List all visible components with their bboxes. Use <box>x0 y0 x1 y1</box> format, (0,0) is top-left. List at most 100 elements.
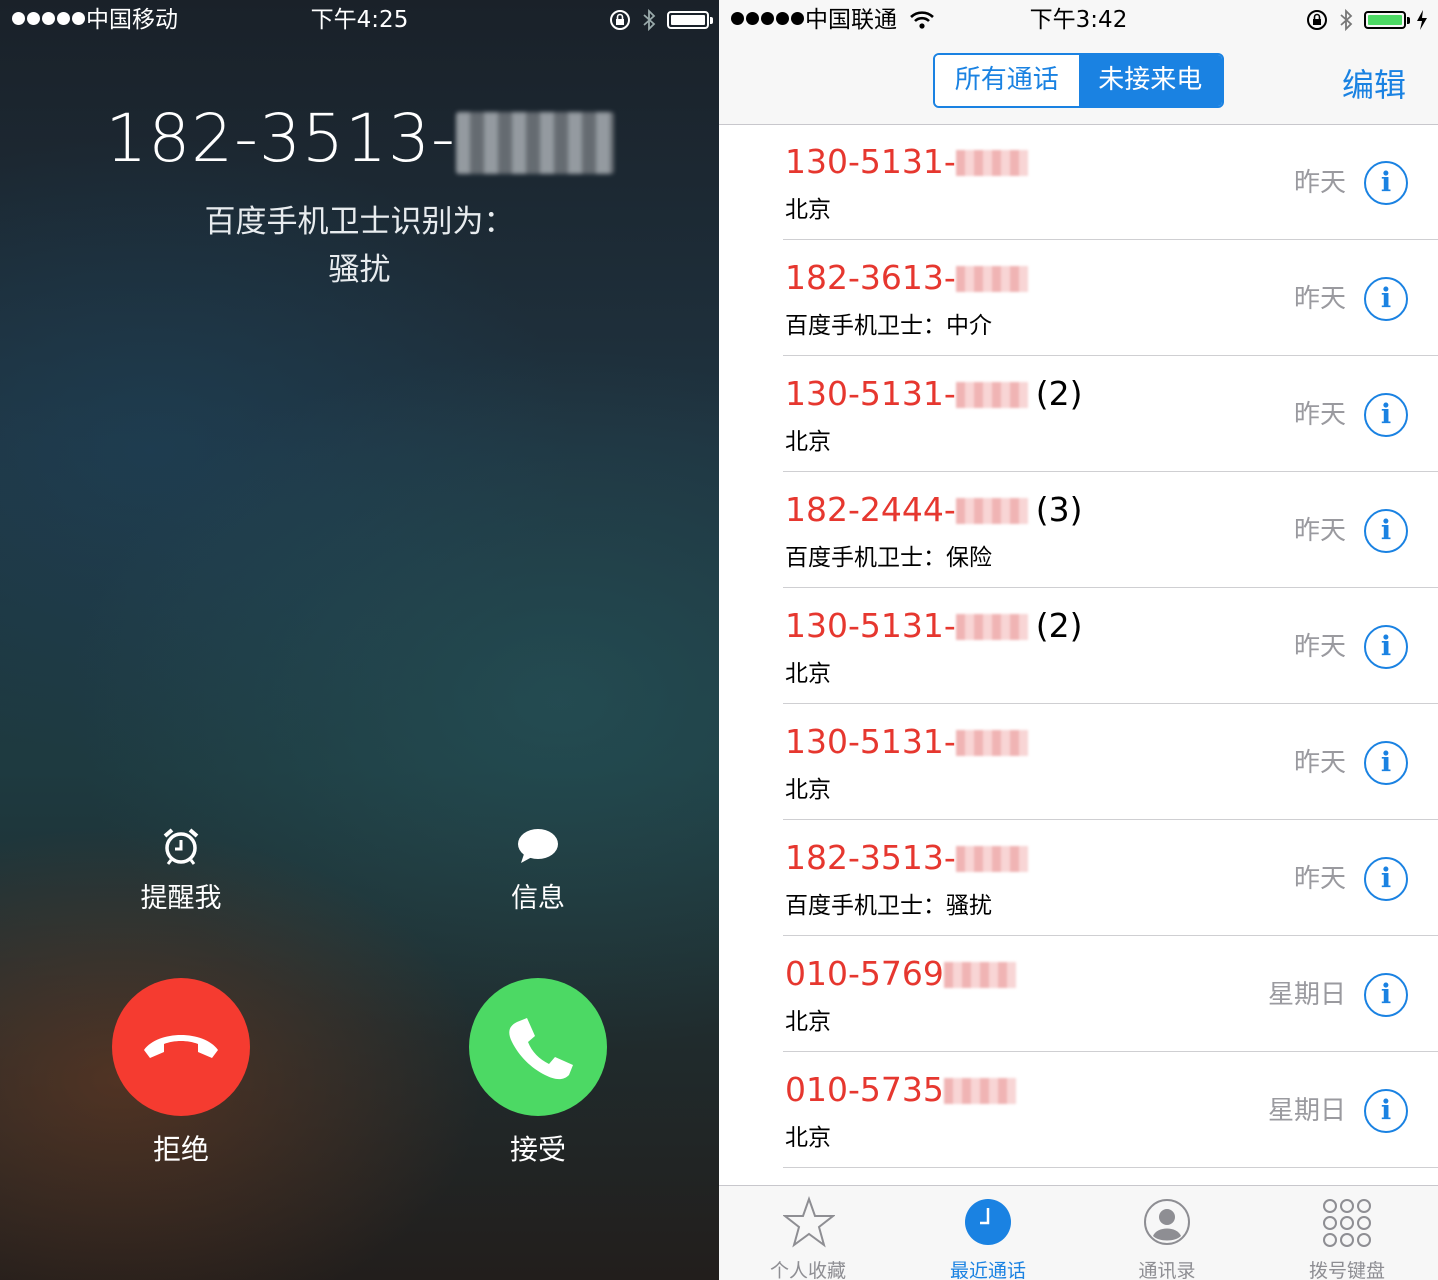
call-number: 182-2444- (3) <box>785 490 1083 529</box>
recent-call-row[interactable]: 010-5735 北京 星期日 i <box>719 1052 1438 1168</box>
info-icon[interactable]: i <box>1364 509 1408 553</box>
info-icon[interactable]: i <box>1364 393 1408 437</box>
decline-button[interactable] <box>112 978 250 1116</box>
recents-list: 130-5131- 北京 昨天 i 182-3613- 百度手机卫士：中介 昨天… <box>719 124 1438 1168</box>
recent-call-row[interactable]: 130-5131- (2) 北京 昨天 i <box>719 356 1438 472</box>
tab-contacts[interactable]: 通讯录 <box>1092 1186 1242 1280</box>
message-button[interactable]: 信息 <box>448 826 628 915</box>
call-number: 130-5131- (2) <box>785 374 1083 413</box>
rotation-lock-icon <box>610 10 630 30</box>
tab-keypad[interactable]: 拨号键盘 <box>1272 1186 1422 1280</box>
call-location: 百度手机卫士：骚扰 <box>785 893 992 919</box>
recent-call-row[interactable]: 182-3513- 百度手机卫士：骚扰 昨天 i <box>719 820 1438 936</box>
call-date: 昨天 <box>1293 864 1346 894</box>
recent-call-row[interactable]: 010-5769 北京 星期日 i <box>719 936 1438 1052</box>
call-date: 昨天 <box>1293 284 1346 314</box>
redacted-digits <box>955 730 1028 756</box>
battery-icon <box>1364 11 1410 29</box>
call-location: 北京 <box>785 777 831 803</box>
call-date: 昨天 <box>1293 632 1346 662</box>
caller-number: 182-3513- <box>0 100 719 177</box>
call-location: 北京 <box>785 661 831 687</box>
status-bar: 中国联通 下午3:42 <box>719 0 1438 40</box>
bluetooth-icon <box>643 8 656 32</box>
call-number-text: 182-3513- <box>785 838 956 877</box>
redacted-digits <box>943 1078 1016 1104</box>
info-icon[interactable]: i <box>1364 741 1408 785</box>
accept-label: 接受 <box>509 1133 566 1166</box>
redacted-digits <box>955 150 1028 176</box>
redacted-digits <box>955 382 1028 408</box>
call-number-text: 010-5769 <box>785 954 944 993</box>
call-date: 昨天 <box>1293 400 1346 430</box>
call-date: 昨天 <box>1293 516 1346 546</box>
redacted-digits <box>955 614 1028 640</box>
recent-call-row[interactable]: 130-5131- (2) 北京 昨天 i <box>719 588 1438 704</box>
call-count: (2) <box>1035 606 1083 645</box>
call-number: 130-5131- <box>785 142 1036 181</box>
tab-recents[interactable]: 最近通话 <box>913 1186 1063 1280</box>
segment-all-calls[interactable]: 所有通话 <box>935 55 1079 106</box>
tab-bar: 个人收藏 最近通话 通讯录 拨号键盘 <box>719 1185 1438 1280</box>
tab-favorites[interactable]: 个人收藏 <box>733 1186 883 1280</box>
info-icon[interactable]: i <box>1364 857 1408 901</box>
redacted-digits <box>455 112 614 174</box>
segment-missed-calls[interactable]: 未接来电 <box>1078 55 1222 106</box>
call-number: 182-3513- <box>785 838 1036 877</box>
info-icon[interactable]: i <box>1364 277 1408 321</box>
call-location: 北京 <box>785 429 831 455</box>
call-number-text: 182-3613- <box>785 258 956 297</box>
bluetooth-icon <box>1340 8 1353 32</box>
remind-me-button[interactable]: 提醒我 <box>91 826 271 915</box>
recents-screen: 中国联通 下午3:42 所有通话 未接来电 编辑 130-5131- 北京 昨天 <box>719 0 1438 1280</box>
call-date: 星期日 <box>1267 1096 1346 1126</box>
call-number: 010-5735 <box>785 1070 1024 1109</box>
hang-up-icon <box>144 1035 218 1058</box>
call-location: 百度手机卫士：保险 <box>785 545 992 571</box>
tab-label: 最近通话 <box>949 1260 1026 1280</box>
call-number: 182-3613- <box>785 258 1036 297</box>
message-label: 信息 <box>511 883 565 914</box>
call-date: 昨天 <box>1293 168 1346 198</box>
info-icon[interactable]: i <box>1364 973 1408 1017</box>
call-number: 130-5131- (2) <box>785 606 1083 645</box>
clock-icon <box>965 1199 1011 1245</box>
recent-call-row[interactable]: 130-5131- 北京 昨天 i <box>719 124 1438 240</box>
charging-icon <box>1417 10 1427 30</box>
call-location: 北京 <box>785 1009 831 1035</box>
recent-call-row[interactable]: 182-2444- (3) 百度手机卫士：保险 昨天 i <box>719 472 1438 588</box>
call-location: 北京 <box>785 197 831 223</box>
identified-label: 骚扰 <box>328 252 391 288</box>
incoming-call-screen: 中国移动 下午4:25 182-3513- 百度手机卫士识别为： 骚扰 提醒我 … <box>0 0 719 1280</box>
call-count: (2) <box>1035 374 1083 413</box>
remind-me-label: 提醒我 <box>140 883 222 914</box>
call-number-text: 010-5735 <box>785 1070 944 1109</box>
redacted-digits <box>943 962 1016 988</box>
message-bubble-icon <box>518 829 558 863</box>
caller-identification: 百度手机卫士识别为： 骚扰 <box>0 198 719 294</box>
info-icon[interactable]: i <box>1364 625 1408 669</box>
call-count: (3) <box>1035 490 1083 529</box>
accept-button[interactable] <box>469 978 607 1116</box>
call-location: 北京 <box>785 1125 831 1151</box>
recent-call-row[interactable]: 182-3613- 百度手机卫士：中介 昨天 i <box>719 240 1438 356</box>
tab-label: 拨号键盘 <box>1308 1260 1385 1280</box>
tab-label: 个人收藏 <box>769 1260 846 1280</box>
recent-call-row[interactable]: 130-5131- 北京 昨天 i <box>719 704 1438 820</box>
edit-button[interactable]: 编辑 <box>1342 60 1406 106</box>
contacts-icon <box>1144 1199 1190 1245</box>
call-location: 百度手机卫士：中介 <box>785 313 992 339</box>
keypad-icon <box>1323 1199 1371 1247</box>
redacted-digits <box>955 498 1028 524</box>
call-number-text: 130-5131- <box>785 374 956 413</box>
caller-number-text: 182-3513- <box>105 100 456 177</box>
info-icon[interactable]: i <box>1364 161 1408 205</box>
call-number: 130-5131- <box>785 722 1036 761</box>
redacted-digits <box>955 266 1028 292</box>
redacted-digits <box>955 846 1028 872</box>
call-date: 昨天 <box>1293 748 1346 778</box>
status-bar: 中国移动 下午4:25 <box>0 0 719 40</box>
info-icon[interactable]: i <box>1364 1089 1408 1133</box>
call-number-text: 130-5131- <box>785 722 956 761</box>
call-number-text: 130-5131- <box>785 142 956 181</box>
